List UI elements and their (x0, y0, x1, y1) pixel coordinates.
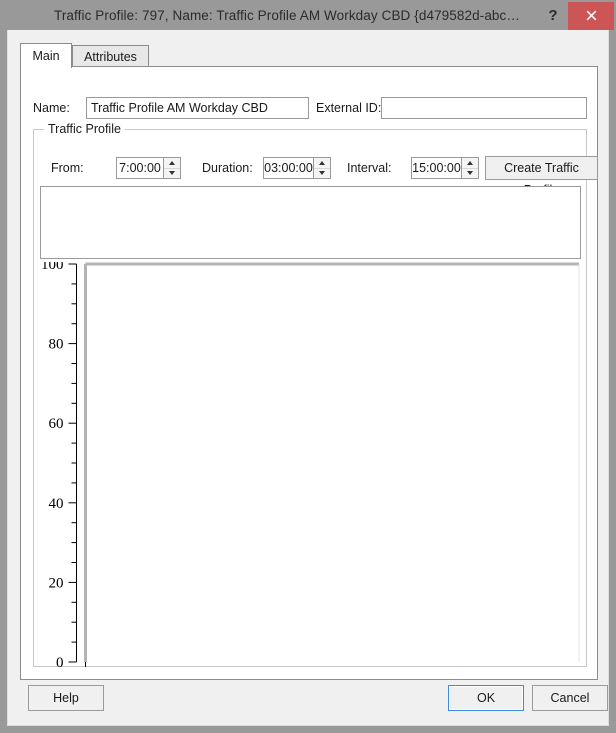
external-id-input[interactable] (381, 97, 587, 119)
dialog-button-bar: Help OK Cancel (20, 685, 598, 715)
chart-x-axis: 12345 (86, 662, 580, 667)
tab-attributes-label: Attributes (84, 50, 137, 64)
traffic-profile-group: Traffic Profile From: Duration: (33, 129, 587, 667)
tab-attributes[interactable]: Attributes (72, 45, 149, 67)
svg-text:20: 20 (49, 575, 64, 591)
chart-y-axis: 0 20 40 60 80 100 (41, 262, 77, 667)
from-spinner[interactable] (116, 157, 181, 179)
close-button[interactable] (568, 2, 614, 30)
window-title: Traffic Profile: 797, Name: Traffic Prof… (0, 8, 538, 23)
name-row: Name: External ID: (33, 97, 587, 119)
from-spin-buttons (163, 158, 180, 178)
chevron-down-icon (467, 171, 473, 175)
traffic-profile-controls: From: Duration: (34, 156, 588, 180)
interval-spin-down-button[interactable] (462, 169, 478, 179)
chevron-up-icon (319, 161, 325, 165)
chart-svg: 0 20 40 60 80 100 12345 (34, 262, 588, 667)
name-input[interactable] (86, 97, 309, 119)
interval-spin-up-button[interactable] (462, 158, 478, 169)
duration-input[interactable] (264, 158, 313, 178)
from-spin-down-button[interactable] (164, 169, 180, 179)
cancel-button[interactable]: Cancel (532, 685, 608, 711)
tab-strip: Main Attributes (20, 43, 598, 67)
dialog-window: Traffic Profile: 797, Name: Traffic Prof… (0, 0, 616, 733)
svg-text:0: 0 (56, 655, 64, 667)
svg-text:60: 60 (49, 416, 64, 432)
tab-main-label: Main (32, 49, 59, 63)
chevron-down-icon (169, 171, 175, 175)
from-label: From: (51, 156, 84, 180)
svg-text:80: 80 (49, 337, 64, 353)
tab-main[interactable]: Main (20, 43, 72, 68)
duration-spin-down-button[interactable] (314, 169, 330, 179)
traffic-profile-group-title: Traffic Profile (44, 122, 125, 136)
traffic-profile-list[interactable] (40, 186, 581, 259)
name-label: Name: (33, 97, 70, 119)
traffic-profile-chart: 0 20 40 60 80 100 12345 (34, 262, 588, 667)
duration-label: Duration: (202, 156, 253, 180)
duration-spinner[interactable] (263, 157, 331, 179)
create-traffic-profile-button[interactable]: Create Traffic Profile (485, 156, 598, 180)
close-icon (585, 9, 598, 22)
help-question-icon[interactable]: ? (538, 0, 568, 30)
dialog-client-area: Main Attributes Name: External ID: Traff… (7, 30, 609, 726)
interval-spin-buttons (461, 158, 478, 178)
title-bar: Traffic Profile: 797, Name: Traffic Prof… (0, 0, 616, 30)
chevron-up-icon (467, 161, 473, 165)
from-input[interactable] (117, 158, 163, 178)
svg-text:40: 40 (49, 496, 64, 512)
duration-spin-up-button[interactable] (314, 158, 330, 169)
from-spin-up-button[interactable] (164, 158, 180, 169)
tab-panel-main: Name: External ID: Traffic Profile From: (20, 66, 598, 680)
interval-input[interactable] (412, 158, 461, 178)
interval-label: Interval: (347, 156, 391, 180)
help-button[interactable]: Help (28, 685, 104, 711)
ok-button[interactable]: OK (448, 685, 524, 711)
interval-spinner[interactable] (411, 157, 479, 179)
svg-text:100: 100 (41, 262, 64, 273)
chevron-down-icon (319, 171, 325, 175)
external-id-label: External ID: (316, 97, 381, 119)
chevron-up-icon (169, 161, 175, 165)
duration-spin-buttons (313, 158, 330, 178)
chart-plot-area (86, 264, 580, 662)
